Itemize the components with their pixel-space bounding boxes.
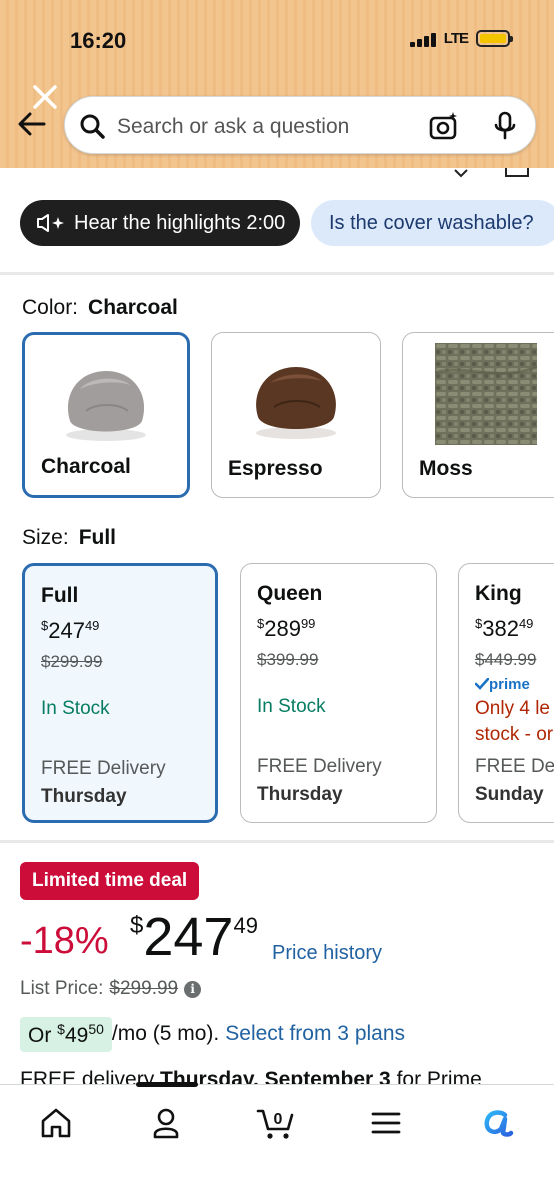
nav-menu[interactable] (366, 1103, 406, 1143)
size-option-list-price: $399.99 (257, 650, 319, 669)
cart-icon: 0 (256, 1109, 294, 1139)
active-tab-indicator (136, 1082, 198, 1087)
cart-count: 0 (274, 1111, 283, 1128)
delivery-day: Sunday (475, 784, 544, 805)
prime-badge (41, 678, 215, 698)
fabric-texture-image (435, 343, 537, 445)
size-option-full[interactable]: Full $24749 $299.99 In Stock FREE Delive… (22, 563, 218, 823)
color-option-name: Charcoal (41, 455, 131, 478)
delivery-day: Thursday (41, 786, 127, 807)
app-header: 16:20 LTE Search or ask a question (0, 0, 554, 168)
speaker-sparkle-icon (37, 214, 64, 232)
account-icon (153, 1108, 179, 1139)
rufus-icon (484, 1110, 514, 1137)
size-option-king[interactable]: King $38249 $449.99 prime Only 4 le stoc… (458, 563, 554, 823)
color-label: Color: (22, 296, 79, 319)
color-selected-value: Charcoal (88, 296, 178, 319)
hear-highlights-button[interactable]: Hear the highlights 2:00 (20, 200, 300, 246)
home-icon (41, 1108, 71, 1138)
color-option-charcoal[interactable]: Charcoal (22, 332, 190, 498)
size-option-queen[interactable]: Queen $28999 $399.99 In Stock FREE Deliv… (240, 563, 437, 823)
size-option-list-price: $449.99 (475, 650, 537, 669)
size-option-list-price: $299.99 (41, 652, 103, 671)
monthly-price: Or $4950 (20, 1016, 112, 1052)
microphone-icon[interactable] (493, 111, 517, 141)
prime-badge: prime (474, 676, 554, 696)
close-icon[interactable] (30, 82, 60, 112)
limited-deal-badge: Limited time deal (20, 862, 200, 900)
deal-price: $24749 (130, 907, 258, 967)
delivery-label: FREE Delivery (41, 758, 166, 779)
size-option-name: King (475, 582, 522, 605)
color-selection-label: Color: Charcoal (22, 296, 178, 320)
installment-row: Or $4950 /mo (5 mo). Select from 3 plans (20, 1014, 405, 1054)
delivery-label: FREE Delivery (257, 756, 382, 777)
size-option-name: Queen (257, 582, 323, 605)
size-label: Size: (22, 526, 69, 549)
info-icon[interactable]: i (184, 980, 202, 998)
bottom-nav: 0 (0, 1082, 554, 1200)
espresso-swatch (212, 349, 380, 449)
section-divider (0, 840, 554, 843)
status-time: 16:20 (70, 28, 127, 53)
checkmark-icon (474, 677, 490, 690)
section-divider (0, 272, 554, 275)
size-option-price: $38249 (475, 616, 534, 641)
charcoal-swatch (25, 351, 187, 451)
menu-icon (371, 1112, 401, 1134)
size-selected-value: Full (78, 526, 117, 549)
status-icons: LTE (409, 30, 513, 47)
back-arrow-icon[interactable] (16, 110, 48, 138)
battery-icon (476, 30, 513, 47)
network-label: LTE (443, 30, 469, 47)
nav-cart[interactable]: 0 (256, 1103, 296, 1143)
select-plans-link[interactable]: Select from 3 plans (225, 1022, 405, 1046)
nav-home[interactable] (36, 1103, 76, 1143)
nav-rufus[interactable] (478, 1103, 518, 1143)
suggested-question-chip[interactable]: Is the cover washable? (311, 200, 554, 246)
size-selection-label: Size: Full (22, 526, 116, 550)
discount-percent: -18% (20, 920, 109, 962)
moss-swatch (403, 343, 554, 445)
bean-bag-image (66, 371, 146, 441)
stock-status: Only 4 le stock - or (475, 698, 554, 745)
prime-badge (257, 676, 436, 696)
hear-highlights-label: Hear the highlights 2:00 (74, 211, 286, 234)
color-option-moss[interactable]: Moss (402, 332, 554, 498)
nav-account[interactable] (146, 1103, 186, 1143)
search-input[interactable]: Search or ask a question (64, 96, 536, 154)
search-icon (80, 114, 105, 139)
delivery-day: Thursday (257, 784, 343, 805)
camera-search-icon[interactable] (429, 111, 459, 141)
size-option-price: $24749 (41, 618, 100, 643)
stock-status: In Stock (41, 698, 110, 719)
stock-status: In Stock (257, 696, 326, 717)
signal-icon (409, 31, 436, 47)
color-option-espresso[interactable]: Espresso (211, 332, 381, 498)
list-price-row: List Price: $299.99 i (20, 978, 202, 1000)
size-option-price: $28999 (257, 616, 316, 641)
search-placeholder: Search or ask a question (117, 115, 350, 138)
color-option-name: Espresso (228, 457, 323, 480)
bean-bag-image (256, 367, 336, 439)
delivery-label: FREE Del (475, 756, 554, 777)
suggested-question-label: Is the cover washable? (329, 211, 534, 234)
monthly-term: /mo (5 mo). (111, 1022, 220, 1045)
scrolled-icons-peek (454, 168, 529, 178)
size-option-name: Full (41, 584, 79, 607)
price-history-link[interactable]: Price history (272, 942, 382, 965)
color-option-name: Moss (419, 457, 473, 480)
